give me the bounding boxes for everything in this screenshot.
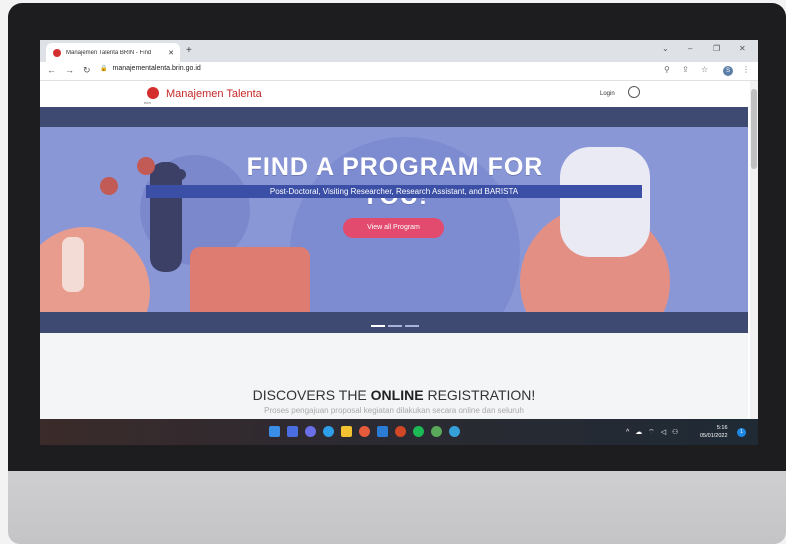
tab-close-icon[interactable]: ✕	[166, 49, 176, 57]
scrollbar-thumb[interactable]	[751, 89, 757, 169]
minimize-button[interactable]: –	[688, 44, 692, 53]
widgets-icon[interactable]	[287, 426, 298, 437]
chrome-icon[interactable]	[359, 426, 370, 437]
heading-suffix: REGISTRATION!	[423, 387, 536, 403]
carousel-dot[interactable]	[388, 325, 402, 327]
address-bar[interactable]: 🔒 manajementalenta.brin.go.id	[100, 65, 201, 72]
view-all-program-button[interactable]: View all Program	[343, 218, 444, 238]
brand-name[interactable]: Manajemen Talenta	[166, 88, 262, 100]
planet-icon	[100, 177, 118, 195]
file-explorer-icon[interactable]	[341, 426, 352, 437]
user-account-icon[interactable]	[628, 86, 640, 98]
windows-taskbar: ^ ☁ ⌔ ◁ ⚇ 5:16 05/01/2022 1	[40, 419, 758, 445]
share-icon[interactable]: ⇪	[682, 65, 689, 74]
carousel-indicators	[371, 314, 422, 332]
restore-button[interactable]: ❐	[713, 44, 720, 53]
browser-menu-icon[interactable]: ⋮	[742, 65, 750, 74]
screen: Manajemen Talenta BRIN - Find ✕ + ⌄ – ❐ …	[40, 40, 758, 445]
brin-favicon-icon	[53, 48, 61, 57]
url-text: manajementalenta.brin.go.id	[112, 65, 201, 72]
back-button[interactable]: ←	[47, 65, 56, 75]
spotify-icon[interactable]	[413, 426, 424, 437]
planet-icon	[175, 169, 186, 180]
clock-time: 5:16	[716, 425, 728, 431]
taskbar-icons	[269, 426, 460, 437]
system-tray[interactable]: ^ ☁ ⌔ ◁ ⚇	[626, 428, 680, 437]
tab-list-icon[interactable]: ⌄	[662, 44, 669, 53]
hero-subtitle: Post-Doctoral, Visiting Researcher, Rese…	[146, 185, 642, 198]
chrome-active-icon[interactable]	[431, 426, 442, 437]
forward-button[interactable]: →	[65, 65, 74, 75]
powerpoint-icon[interactable]	[395, 426, 406, 437]
login-link[interactable]: Login	[600, 91, 615, 97]
browser-toolbar: ← → ↻ 🔒 manajementalenta.brin.go.id ⚲ ⇪ ☆…	[40, 62, 758, 81]
hero-title: FIND A PROGRAM FOR YOU!	[246, 153, 544, 210]
heading-bold: ONLINE	[370, 387, 424, 403]
registration-subtext: Proses pengajuan proposal kegiatan dilak…	[264, 406, 524, 415]
registration-section: DISCOVERS THE ONLINE REGISTRATION! Prose…	[40, 333, 748, 419]
chat-icon[interactable]	[305, 426, 316, 437]
hero-banner: FIND A PROGRAM FOR YOU! Post-Doctoral, V…	[40, 107, 748, 333]
new-tab-button[interactable]: +	[186, 45, 192, 56]
start-icon[interactable]	[269, 426, 280, 437]
reload-button[interactable]: ↻	[83, 65, 91, 76]
lock-icon: 🔒	[100, 66, 108, 72]
tab-strip: Manajemen Talenta BRIN - Find ✕ + ⌄ – ❐ …	[40, 40, 758, 62]
hero-lab-desk	[190, 247, 310, 312]
registration-heading: DISCOVERS THE ONLINE REGISTRATION!	[40, 387, 748, 403]
clock-date: 05/01/2022	[700, 433, 728, 439]
flask-illustration	[62, 237, 84, 292]
browser-tab[interactable]: Manajemen Talenta BRIN - Find ✕	[46, 43, 180, 62]
hero-decor-circle	[40, 227, 150, 312]
close-window-button[interactable]: ✕	[739, 44, 746, 53]
brin-logo-icon[interactable]	[147, 87, 159, 99]
zoom-icon[interactable]: ⚲	[664, 65, 670, 74]
page-scrollbar[interactable]	[750, 81, 758, 419]
planet-icon	[137, 157, 155, 175]
carousel-dot[interactable]	[371, 325, 385, 327]
site-header: BRIN Manajemen Talenta Login	[40, 81, 750, 107]
edge-icon[interactable]	[323, 426, 334, 437]
bookmark-star-icon[interactable]: ☆	[701, 65, 708, 74]
carousel-dot[interactable]	[405, 325, 419, 327]
heading-prefix: DISCOVERS THE	[252, 387, 371, 403]
word-icon[interactable]	[377, 426, 388, 437]
profile-avatar[interactable]: S	[723, 66, 733, 76]
clock[interactable]: 5:16 05/01/2022	[700, 424, 728, 440]
tab-title: Manajemen Talenta BRIN - Find	[66, 49, 152, 56]
app-icon[interactable]	[449, 426, 460, 437]
notification-badge[interactable]: 1	[737, 428, 746, 437]
logo-subtext: BRIN	[144, 101, 152, 105]
monitor-chin	[8, 471, 786, 544]
